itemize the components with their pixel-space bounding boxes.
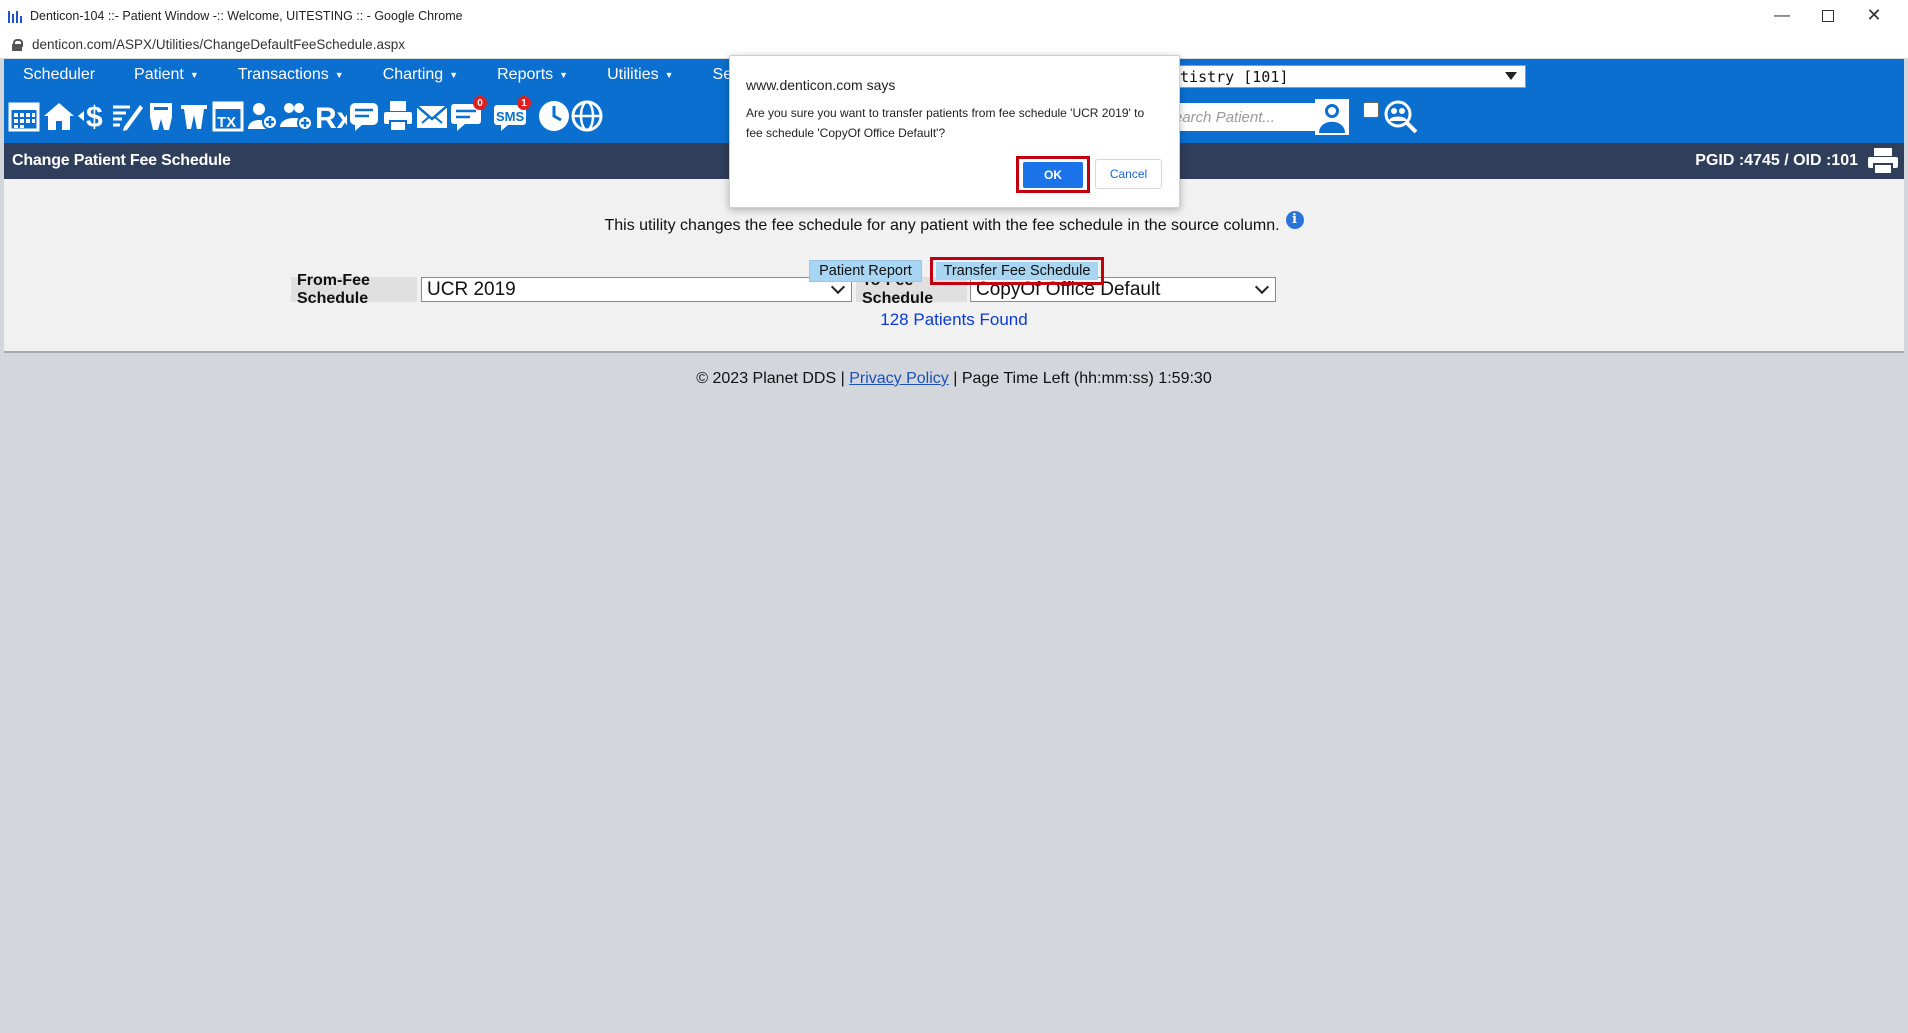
page-footer: © 2023 Planet DDS | Privacy Policy | Pag… <box>4 370 1904 388</box>
window-titlebar: Denticon-104 ::- Patient Window -:: Welc… <box>0 0 1908 32</box>
home-icon[interactable] <box>42 99 76 133</box>
ok-button-highlight: OK <box>1016 156 1090 193</box>
add-patient-icon[interactable] <box>245 99 279 133</box>
utility-description: This utility changes the fee schedule fo… <box>4 211 1904 235</box>
page-title: Change Patient Fee Schedule <box>12 152 231 169</box>
info-icon[interactable]: i <box>1285 211 1304 229</box>
svg-text:$: $ <box>86 101 103 133</box>
pgid-oid-label: PGID :4745 / OID :101 <box>1695 152 1858 169</box>
menu-utilities[interactable]: Utilities ▼ <box>588 66 693 84</box>
patient-search-icon[interactable] <box>1314 98 1350 136</box>
patient-report-button[interactable]: Patient Report <box>809 260 922 282</box>
from-fee-schedule-select[interactable]: UCR 2019 <box>421 277 852 302</box>
denticon-app-icon <box>8 9 22 23</box>
svg-text:TX: TX <box>217 114 236 131</box>
chevron-down-icon <box>830 279 846 295</box>
menu-scheduler[interactable]: Scheduler <box>4 66 115 84</box>
search-all-checkbox[interactable] <box>1362 101 1380 119</box>
transfer-fee-schedule-button[interactable]: Transfer Fee Schedule <box>936 262 1098 280</box>
messages-icon[interactable]: 0 <box>449 96 487 133</box>
dialog-origin: www.denticon.com says <box>746 77 896 93</box>
search-placeholder: earch Patient... <box>1174 108 1275 126</box>
prescription-icon[interactable]: Rx <box>313 99 347 133</box>
notes-icon[interactable] <box>347 99 381 133</box>
messages-badge: 0 <box>473 96 487 110</box>
globe-icon[interactable] <box>570 99 604 133</box>
perio-chart-icon[interactable] <box>177 99 211 133</box>
svg-text:SMS: SMS <box>496 109 525 124</box>
lock-icon <box>12 38 23 51</box>
menu-charting[interactable]: Charting ▼ <box>364 66 478 84</box>
menu-transactions[interactable]: Transactions ▼ <box>219 66 364 84</box>
office-selector-value: ntistry [101] <box>1171 67 1289 86</box>
chevron-down-icon <box>1254 279 1270 295</box>
svg-text:Rx: Rx <box>315 102 347 133</box>
menu-reports[interactable]: Reports ▼ <box>478 66 588 84</box>
family-search-icon[interactable] <box>1384 100 1418 134</box>
tooth-chart-icon[interactable] <box>144 99 178 133</box>
transfer-fee-schedule-highlight: Transfer Fee Schedule <box>930 257 1104 285</box>
page-time-left: | Page Time Left (hh:mm:ss) 1:59:30 <box>953 370 1212 387</box>
caret-down-icon: ▼ <box>189 69 199 80</box>
dialog-message: Are you sure you want to transfer patien… <box>746 106 1145 140</box>
treatment-plan-icon[interactable]: TX <box>211 99 245 133</box>
from-fee-schedule-value: UCR 2019 <box>427 278 516 300</box>
caret-down-icon: ▼ <box>559 69 569 80</box>
email-icon[interactable] <box>415 99 449 133</box>
print-icon[interactable] <box>1866 147 1900 175</box>
close-window-icon[interactable]: ✕ <box>1851 0 1897 31</box>
window-title: Denticon-104 ::- Patient Window -:: Welc… <box>30 8 463 23</box>
clock-icon[interactable] <box>537 99 571 133</box>
sms-badge: 1 <box>517 96 531 110</box>
billing-dollar-icon[interactable]: $ <box>76 99 110 133</box>
from-fee-schedule-label: From-Fee Schedule <box>291 272 417 307</box>
print-forms-icon[interactable] <box>381 99 415 133</box>
calendar-icon[interactable] <box>7 99 41 133</box>
office-selector[interactable]: ntistry [101] <box>1170 65 1526 88</box>
menu-patient[interactable]: Patient ▼ <box>115 66 219 84</box>
add-family-icon[interactable] <box>279 99 313 133</box>
caret-down-icon: ▼ <box>334 69 344 80</box>
patients-found-count: 128 Patients Found <box>880 310 1028 329</box>
copyright-text: © 2023 Planet DDS | <box>696 370 845 387</box>
maximize-icon[interactable] <box>1805 0 1851 31</box>
confirm-dialog: www.denticon.com says Are you sure you w… <box>729 55 1180 208</box>
privacy-policy-link[interactable]: Privacy Policy <box>849 370 949 387</box>
ok-button[interactable]: OK <box>1023 161 1083 188</box>
minimize-icon[interactable]: — <box>1759 0 1805 31</box>
url-text[interactable]: denticon.com/ASPX/Utilities/ChangeDefaul… <box>32 37 405 52</box>
edit-notes-icon[interactable] <box>110 99 144 133</box>
sms-icon[interactable]: SMS 1 <box>493 96 531 133</box>
caret-down-icon: ▼ <box>449 69 459 80</box>
dropdown-arrow-icon <box>1505 72 1517 80</box>
caret-down-icon: ▼ <box>664 69 674 80</box>
patient-search-input[interactable]: earch Patient... <box>1170 103 1316 131</box>
cancel-button[interactable]: Cancel <box>1095 159 1162 189</box>
